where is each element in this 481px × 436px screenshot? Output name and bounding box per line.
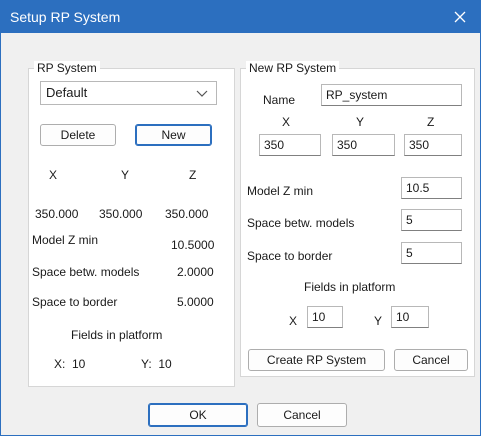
y-field[interactable]: 350 bbox=[332, 134, 395, 156]
space-border-value: 5.0000 bbox=[177, 295, 214, 309]
new-space-border-label: Space to border bbox=[247, 249, 333, 263]
rp-system-group: RP System Default Delete New X Y Z 350.0… bbox=[28, 61, 235, 387]
value-x: 350.000 bbox=[35, 207, 79, 221]
fields-y-field[interactable]: 10 bbox=[391, 306, 429, 328]
new-axis-z-label: Z bbox=[427, 115, 435, 129]
fields-y-value: Y: 10 bbox=[141, 357, 172, 371]
new-axis-x-label: X bbox=[282, 115, 291, 129]
setup-rp-system-dialog: Setup RP System RP System Default Delete… bbox=[0, 0, 481, 436]
new-fields-x-label: X bbox=[289, 314, 298, 328]
x-field[interactable]: 350 bbox=[259, 134, 321, 156]
name-field[interactable]: RP_system bbox=[321, 84, 462, 106]
new-model-z-min-label: Model Z min bbox=[247, 184, 314, 198]
new-fields-y-label: Y bbox=[374, 314, 383, 328]
space-border-label: Space to border bbox=[32, 295, 118, 309]
window-title: Setup RP System bbox=[10, 9, 121, 25]
axis-z-label: Z bbox=[189, 168, 197, 182]
cancel-button[interactable]: Cancel bbox=[257, 403, 347, 427]
delete-button[interactable]: Delete bbox=[40, 124, 116, 146]
new-rp-system-group: New RP System Name RP_system X Y Z 350 3… bbox=[240, 61, 475, 377]
space-models-value: 2.0000 bbox=[177, 265, 214, 279]
create-rp-system-button[interactable]: Create RP System bbox=[248, 349, 385, 371]
fields-x-value: X: 10 bbox=[54, 357, 86, 371]
space-models-field[interactable]: 5 bbox=[401, 209, 462, 231]
rp-system-dropdown-value: Default bbox=[46, 85, 88, 100]
model-z-min-value: 10.5000 bbox=[171, 238, 215, 252]
name-label: Name bbox=[263, 93, 296, 107]
rp-system-dropdown[interactable]: Default bbox=[40, 81, 217, 105]
new-rp-system-legend: New RP System bbox=[246, 61, 340, 75]
axis-x-label: X bbox=[49, 168, 58, 182]
new-axis-y-label: Y bbox=[356, 115, 365, 129]
fields-x-field[interactable]: 10 bbox=[307, 306, 343, 328]
space-border-field[interactable]: 5 bbox=[401, 242, 462, 264]
model-z-min-field[interactable]: 10.5 bbox=[401, 177, 462, 199]
fields-in-platform-label: Fields in platform bbox=[71, 328, 163, 342]
z-field[interactable]: 350 bbox=[404, 134, 462, 156]
title-bar: Setup RP System bbox=[1, 1, 480, 33]
chevron-down-icon bbox=[196, 87, 208, 102]
rp-system-legend: RP System bbox=[34, 61, 100, 75]
value-z: 350.000 bbox=[165, 207, 209, 221]
space-models-label: Space betw. models bbox=[32, 265, 140, 279]
ok-button[interactable]: OK bbox=[148, 403, 248, 427]
axis-y-label: Y bbox=[121, 168, 130, 182]
model-z-min-label: Model Z min bbox=[32, 233, 99, 247]
value-y: 350.000 bbox=[99, 207, 143, 221]
new-fields-in-platform-label: Fields in platform bbox=[304, 280, 396, 294]
new-button[interactable]: New bbox=[135, 124, 212, 146]
new-space-models-label: Space betw. models bbox=[247, 216, 355, 230]
close-icon[interactable] bbox=[440, 1, 480, 33]
new-rp-cancel-button[interactable]: Cancel bbox=[394, 349, 468, 371]
